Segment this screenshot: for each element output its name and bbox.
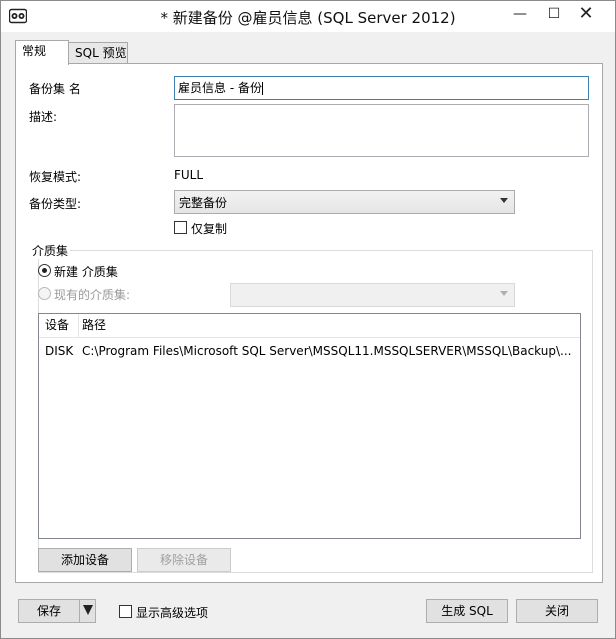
save-dropdown-icon[interactable] <box>79 600 95 622</box>
new-media-set-label: 新建 介质集 <box>54 265 118 279</box>
device-list-header: 设备 路径 <box>39 314 580 338</box>
backup-set-name-value: 雇员信息 - 备份 <box>178 81 262 95</box>
description-input[interactable] <box>174 104 589 157</box>
chevron-down-icon <box>500 291 508 296</box>
backup-type-label: 备份类型: <box>29 197 82 211</box>
save-split-button[interactable]: 保存 <box>18 599 96 623</box>
device-list[interactable]: 设备 路径 DISK C:\Program Files\Microsoft SQ… <box>38 313 581 539</box>
close-button[interactable]: 关闭 <box>516 599 598 623</box>
text-caret <box>261 82 263 95</box>
recovery-model-label: 恢复模式: <box>29 170 82 184</box>
backup-type-value: 完整备份 <box>179 196 228 210</box>
save-button[interactable]: 保存 <box>19 600 79 622</box>
add-device-button[interactable]: 添加设备 <box>38 548 132 572</box>
maximize-button[interactable]: ☐ <box>539 3 569 27</box>
backup-set-name-label: 备份集 名 <box>29 82 81 96</box>
recovery-model-value: FULL <box>174 168 204 182</box>
title-bar[interactable]: * 新建备份 @雇员信息 (SQL Server 2012) — ☐ ✕ <box>1 1 615 32</box>
existing-media-set-label: 现有的介质集: <box>54 288 131 302</box>
tab-general[interactable]: 常规 <box>15 40 69 65</box>
device-cell: DISK <box>45 344 74 358</box>
remove-device-button[interactable]: 移除设备 <box>137 548 231 572</box>
chevron-down-icon <box>500 198 508 203</box>
generate-sql-button[interactable]: 生成 SQL <box>426 599 508 623</box>
column-header-path[interactable]: 路径 <box>82 314 106 338</box>
minimize-button[interactable]: — <box>505 3 535 27</box>
media-set-title: 介质集 <box>30 242 71 259</box>
tab-sql-preview[interactable]: SQL 预览 <box>68 42 128 64</box>
close-window-button[interactable]: ✕ <box>571 3 601 27</box>
backup-dialog-window: * 新建备份 @雇员信息 (SQL Server 2012) — ☐ ✕ 常规 … <box>0 0 616 639</box>
column-header-device[interactable]: 设备 <box>45 314 79 338</box>
backup-type-select[interactable]: 完整备份 <box>174 190 515 214</box>
backup-set-name-input[interactable]: 雇员信息 - 备份 <box>174 76 589 100</box>
new-media-set-radio[interactable] <box>38 264 51 277</box>
show-advanced-label: 显示高级选项 <box>136 606 209 620</box>
general-tab-panel: 备份集 名 雇员信息 - 备份 描述: 恢复模式: FULL 备份类型: 完整备… <box>15 63 603 583</box>
copy-only-checkbox[interactable] <box>174 221 187 234</box>
description-label: 描述: <box>29 110 58 124</box>
show-advanced-checkbox[interactable] <box>119 605 132 618</box>
path-cell: C:\Program Files\Microsoft SQL Server\MS… <box>82 344 572 358</box>
existing-media-set-select[interactable] <box>230 283 515 307</box>
table-row[interactable]: DISK C:\Program Files\Microsoft SQL Serv… <box>39 342 580 360</box>
copy-only-label: 仅复制 <box>191 222 228 236</box>
existing-media-set-radio[interactable] <box>38 287 51 300</box>
